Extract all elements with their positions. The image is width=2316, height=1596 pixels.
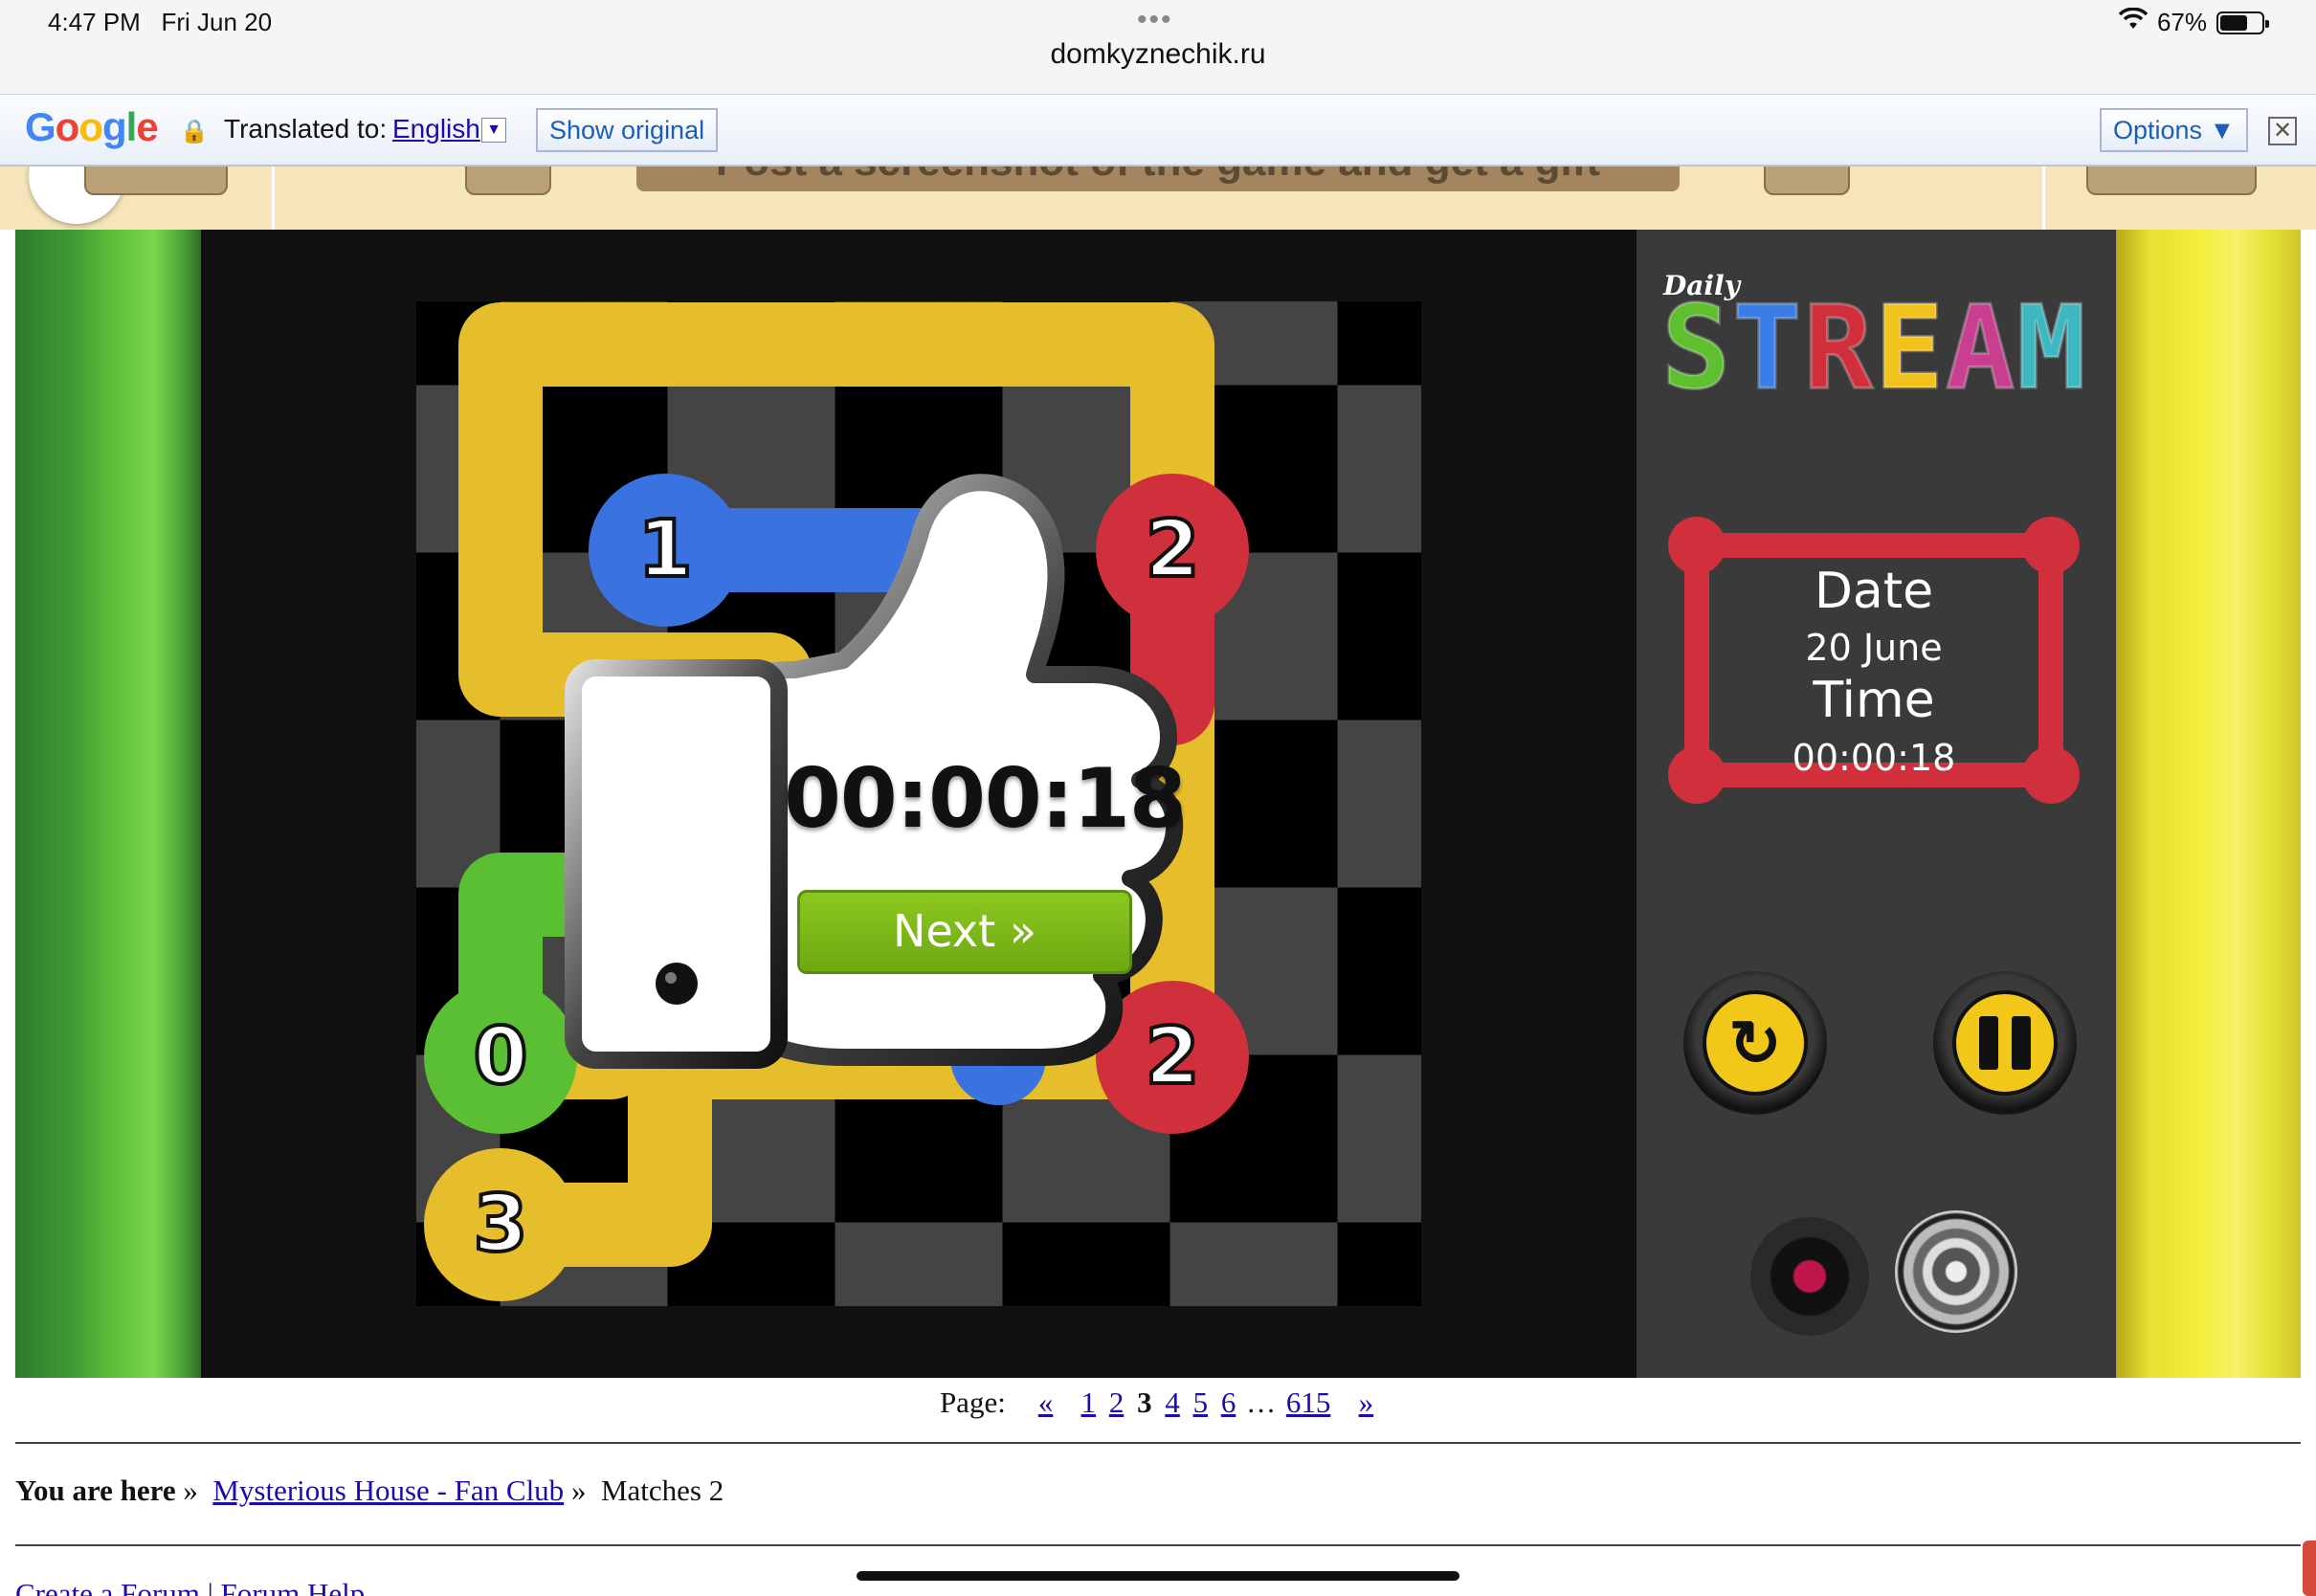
language-dropdown-icon[interactable]: ▼ — [481, 118, 506, 143]
pager-ellipsis: … — [1246, 1385, 1277, 1419]
endpoint-number: 3 — [471, 1177, 529, 1272]
status-time: 4:47 PM Fri Jun 20 — [48, 8, 273, 36]
board-cell — [416, 720, 501, 804]
home-indicator[interactable] — [857, 1571, 1459, 1581]
pause-icon — [1952, 990, 2058, 1096]
pager-prev[interactable]: « — [1038, 1385, 1054, 1419]
banner-button-left[interactable] — [84, 166, 228, 195]
info-frame: Date 20 June Time 00:00:18 — [1668, 517, 2080, 804]
logo-letter: o — [78, 104, 103, 149]
google-logo: Google — [25, 104, 159, 150]
logo-letter: T — [1731, 282, 1804, 415]
translated-to-label: Translated to: — [224, 114, 388, 144]
breadcrumb: You are here » Mysterious House - Fan Cl… — [15, 1474, 724, 1508]
logo-letter: o — [55, 104, 80, 149]
lock-icon: 🔒 — [180, 119, 209, 144]
pager-page[interactable]: 5 — [1193, 1385, 1209, 1419]
edge-tab[interactable] — [2303, 1541, 2316, 1596]
pager-page[interactable]: 2 — [1109, 1385, 1125, 1419]
logo-letter: S — [1659, 282, 1733, 415]
right-frame — [2116, 230, 2301, 1378]
status-right: 67% — [2118, 7, 2269, 37]
banner-ornament-right — [1764, 166, 1850, 195]
pager-current: 3 — [1137, 1385, 1152, 1419]
divider — [15, 1544, 2301, 1546]
multitask-dots-icon[interactable]: ••• — [1137, 4, 1173, 36]
pager-label: Page: — [939, 1385, 1006, 1419]
breadcrumb-sep: » — [570, 1474, 587, 1507]
banner-ornament-left — [465, 166, 551, 195]
stream-logo: STREAM — [1659, 285, 2088, 412]
banner-button-right[interactable] — [2086, 166, 2257, 195]
pagination: Page: « 1 2 3 4 5 6 … 615 » — [0, 1385, 2316, 1420]
banner-promo-text[interactable]: Post a screenshot of the game and get a … — [636, 166, 1680, 191]
banner-divider — [272, 166, 275, 230]
logo-letter: e — [136, 104, 158, 149]
time-label: Time — [1813, 672, 1935, 729]
board-cell — [1254, 301, 1338, 386]
breadcrumb-link[interactable]: Mysterious House - Fan Club — [212, 1474, 564, 1507]
board-cell — [1337, 301, 1421, 386]
translate-bar: Google 🔒 Translated to: English ▼ Show o… — [0, 94, 2316, 166]
logo-letter: E — [1873, 282, 1946, 415]
logo-letter: g — [101, 104, 127, 149]
banner-divider — [2042, 166, 2045, 230]
time-value: 00:00:18 — [1792, 737, 1956, 779]
date-label: Date — [1814, 563, 1934, 620]
pager-next[interactable]: » — [1359, 1385, 1374, 1419]
show-original-button[interactable]: Show original — [536, 108, 719, 152]
endpoint-number: 0 — [471, 1009, 529, 1104]
options-button[interactable]: Options ▼ — [2100, 108, 2249, 152]
status-bar: 4:47 PM Fri Jun 20 ••• domkyznechik.ru 6… — [0, 0, 2316, 96]
close-translate-icon[interactable]: ✕ — [2268, 117, 2297, 145]
language-link[interactable]: English — [392, 114, 480, 144]
pager-page[interactable]: 6 — [1221, 1385, 1236, 1419]
pager-page[interactable]: 1 — [1081, 1385, 1097, 1419]
pager-last[interactable]: 615 — [1286, 1385, 1331, 1419]
address-url[interactable]: domkyznechik.ru — [0, 38, 2316, 71]
logo-letter: l — [125, 104, 138, 149]
breadcrumb-prefix: You are here — [15, 1474, 176, 1507]
game-area: 1 2 0 2 3 00:00:18 Next » Daily STREAM D… — [15, 230, 2301, 1378]
breadcrumb-sep: » — [183, 1474, 198, 1507]
battery-icon — [2216, 11, 2269, 34]
logo-letter: A — [1944, 282, 2017, 415]
completion-popup: 00:00:18 Next » — [556, 440, 1264, 1072]
speaker-icon[interactable] — [1895, 1210, 2017, 1333]
result-time: 00:00:18 — [784, 751, 1187, 847]
wifi-icon — [2118, 7, 2149, 37]
battery-percent: 67% — [2156, 8, 2207, 36]
left-frame — [15, 230, 201, 1378]
footer-links[interactable]: Create a Forum | Forum Help — [15, 1577, 365, 1596]
next-button[interactable]: Next » — [797, 890, 1132, 974]
date-value: 20 June — [1805, 627, 1943, 669]
restart-button[interactable]: ↻ — [1683, 971, 1827, 1115]
screen: 4:47 PM Fri Jun 20 ••• domkyznechik.ru 6… — [0, 0, 2316, 1596]
logo-letter: R — [1802, 282, 1875, 415]
site-banner: Post a screenshot of the game and get a … — [0, 166, 2316, 230]
music-toggle-icon[interactable] — [1750, 1217, 1869, 1336]
logo-letter: G — [25, 104, 56, 149]
pause-button[interactable] — [1933, 971, 2077, 1115]
breadcrumb-current: Matches 2 — [600, 1474, 724, 1507]
divider — [15, 1442, 2301, 1444]
pager-page[interactable]: 4 — [1165, 1385, 1180, 1419]
refresh-icon: ↻ — [1703, 990, 1808, 1096]
logo-letter: M — [2015, 282, 2088, 415]
